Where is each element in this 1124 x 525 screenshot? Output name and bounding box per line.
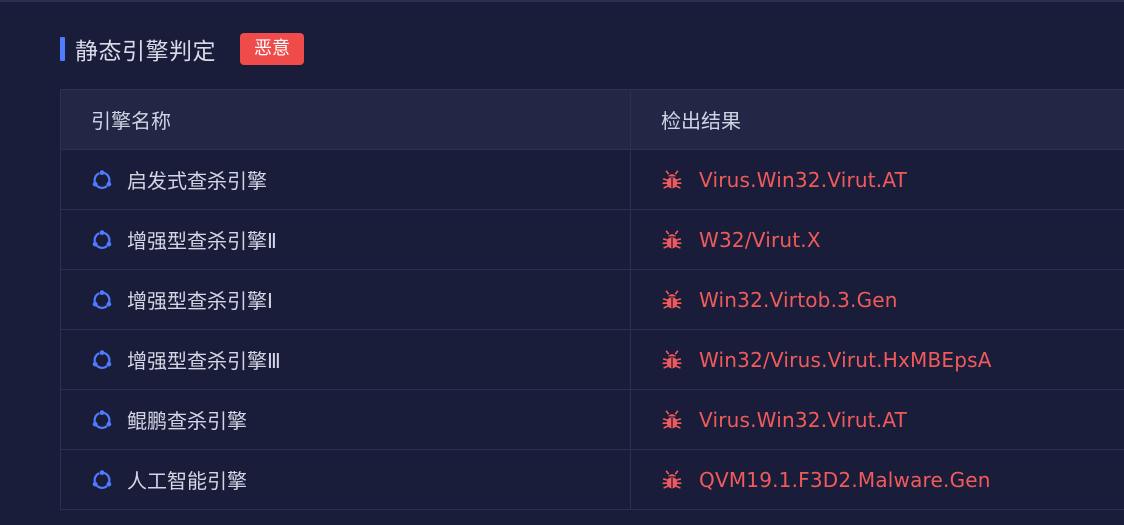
- result-text: W32/Virut.X: [699, 227, 821, 252]
- table-row: 启发式查杀引擎 Virus.Win32.Virut.AT: [61, 150, 1124, 210]
- section-header: 静态引擎判定 恶意: [60, 33, 304, 65]
- verdict-badge: 恶意: [240, 33, 304, 65]
- result-cell: Virus.Win32.Virut.AT: [631, 390, 1124, 449]
- engine-cycle-icon: [92, 289, 112, 309]
- engine-cell: 鲲鹏查杀引擎: [61, 390, 631, 449]
- bug-icon: [662, 409, 682, 429]
- table-row: 鲲鹏查杀引擎 Virus.Win32.Virut.AT: [61, 390, 1124, 450]
- header-engine-cell: 引擎名称: [61, 90, 631, 149]
- engine-results-table: 引擎名称 检出结果 启发式查杀引擎 Virus.Win32.Virut.AT 增…: [60, 89, 1124, 510]
- engine-name: 启发式查杀引擎: [127, 169, 267, 193]
- engine-name: 鲲鹏查杀引擎: [127, 409, 247, 433]
- engine-cell: 启发式查杀引擎: [61, 150, 631, 209]
- bug-icon: [662, 349, 682, 369]
- engine-cycle-icon: [92, 169, 112, 189]
- result-text: Win32/Virus.Virut.HxMBEpsA: [699, 347, 992, 372]
- header-result-label: 检出结果: [661, 109, 741, 133]
- table-row: 人工智能引擎 QVM19.1.F3D2.Malware.Gen: [61, 450, 1124, 510]
- accent-bar: [60, 37, 65, 61]
- table-body: 启发式查杀引擎 Virus.Win32.Virut.AT 增强型查杀引擎Ⅱ W3…: [61, 150, 1124, 510]
- result-text: QVM19.1.F3D2.Malware.Gen: [699, 467, 991, 492]
- bug-icon: [662, 469, 682, 489]
- bug-icon: [662, 229, 682, 249]
- engine-name: 增强型查杀引擎Ⅰ: [127, 289, 273, 313]
- header-result-cell: 检出结果: [631, 90, 1124, 149]
- result-cell: Win32.Virtob.3.Gen: [631, 270, 1124, 329]
- table-row: 增强型查杀引擎Ⅲ Win32/Virus.Virut.HxMBEpsA: [61, 330, 1124, 390]
- engine-cycle-icon: [92, 229, 112, 249]
- engine-cycle-icon: [92, 409, 112, 429]
- engine-cell: 人工智能引擎: [61, 450, 631, 509]
- top-divider: [0, 0, 1124, 2]
- section-title: 静态引擎判定: [75, 39, 216, 65]
- result-cell: Win32/Virus.Virut.HxMBEpsA: [631, 330, 1124, 389]
- header-engine-label: 引擎名称: [91, 109, 171, 133]
- engine-cycle-icon: [92, 469, 112, 489]
- engine-cell: 增强型查杀引擎Ⅰ: [61, 270, 631, 329]
- table-header-row: 引擎名称 检出结果: [61, 90, 1124, 150]
- engine-name: 增强型查杀引擎Ⅲ: [127, 349, 281, 373]
- bug-icon: [662, 169, 682, 189]
- result-cell: W32/Virut.X: [631, 210, 1124, 269]
- result-text: Virus.Win32.Virut.AT: [699, 407, 908, 432]
- table-row: 增强型查杀引擎Ⅱ W32/Virut.X: [61, 210, 1124, 270]
- table-row: 增强型查杀引擎Ⅰ Win32.Virtob.3.Gen: [61, 270, 1124, 330]
- result-cell: QVM19.1.F3D2.Malware.Gen: [631, 450, 1124, 509]
- result-text: Virus.Win32.Virut.AT: [699, 167, 908, 192]
- engine-cycle-icon: [92, 349, 112, 369]
- engine-name: 增强型查杀引擎Ⅱ: [127, 229, 277, 253]
- result-text: Win32.Virtob.3.Gen: [699, 287, 898, 312]
- engine-name: 人工智能引擎: [127, 469, 247, 493]
- bug-icon: [662, 289, 682, 309]
- engine-cell: 增强型查杀引擎Ⅱ: [61, 210, 631, 269]
- result-cell: Virus.Win32.Virut.AT: [631, 150, 1124, 209]
- engine-cell: 增强型查杀引擎Ⅲ: [61, 330, 631, 389]
